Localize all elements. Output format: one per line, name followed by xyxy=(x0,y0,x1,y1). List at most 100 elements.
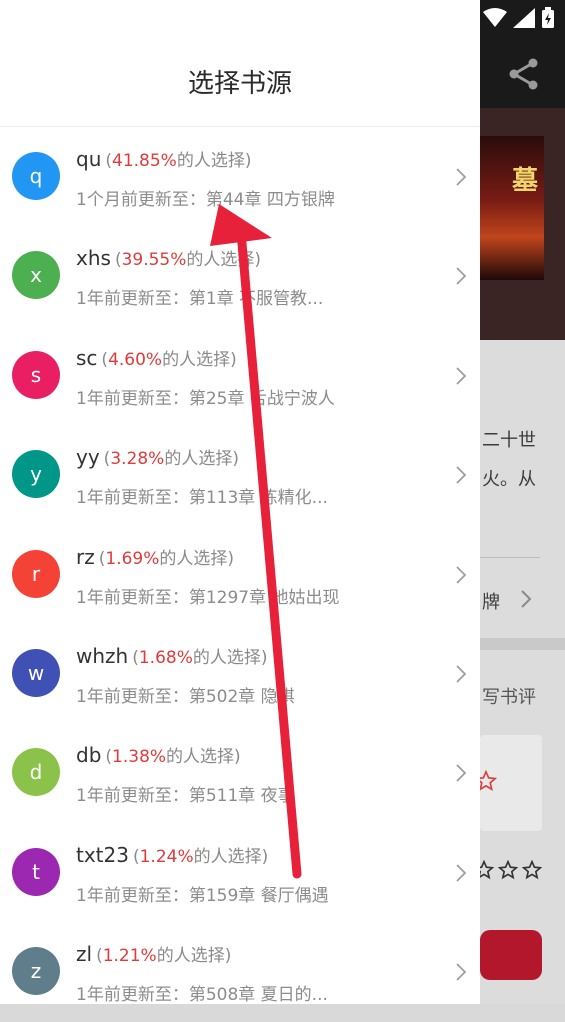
source-percent: 1.21% xyxy=(102,946,157,967)
source-update-info: 1年前更新至：第25章 舌战宁波人 xyxy=(76,384,335,409)
chevron-right-icon xyxy=(456,665,467,683)
source-update-info: 1年前更新至：第502章 隐棋 xyxy=(76,682,295,707)
update-time: 1年 xyxy=(76,388,104,409)
choose-label: 的人选择 xyxy=(186,250,255,271)
update-prefix: 前更新至： xyxy=(103,686,189,707)
chevron-right-icon xyxy=(456,367,467,385)
source-update-info: 1年前更新至：第508章 夏日的... xyxy=(76,980,328,1005)
latest-chapter: 第508章 夏日的... xyxy=(188,985,328,1006)
source-update-info: 1年前更新至：第113章 炼精化... xyxy=(76,483,328,508)
source-title: zl (1.21%的人选择) xyxy=(76,941,231,966)
latest-chapter: 第25章 舌战宁波人 xyxy=(188,388,335,409)
source-avatar: t xyxy=(12,847,60,896)
choose-label: 的人选择 xyxy=(192,647,261,668)
source-title: qu (41.85%的人选择) xyxy=(76,146,251,171)
source-item-yy[interactable]: y yy (3.28%的人选择) 1年前更新至：第113章 炼精化... xyxy=(0,425,480,524)
source-item-txt23[interactable]: t txt23 (1.24%的人选择) 1年前更新至：第159章 餐厅偶遇 xyxy=(0,823,480,922)
source-item-rz[interactable]: r rz (1.69%的人选择) 1年前更新至：第1297章 地姑出现 xyxy=(0,525,480,624)
chevron-right-icon xyxy=(456,963,467,981)
source-percent: 1.68% xyxy=(138,647,193,668)
source-percent: 1.69% xyxy=(105,548,160,569)
source-name: zl xyxy=(76,942,93,967)
choose-label: 的人选择 xyxy=(159,548,228,569)
update-prefix: 前更新至： xyxy=(103,289,189,310)
source-name: rz xyxy=(76,544,95,569)
source-item-zl[interactable]: z zl (1.21%的人选择) 1年前更新至：第508章 夏日的... xyxy=(0,922,480,1021)
source-item-db[interactable]: d db (1.38%的人选择) 1年前更新至：第511章 夜事 xyxy=(0,723,480,822)
paren-close: ) xyxy=(261,846,269,867)
drawer-title: 选择书源 xyxy=(187,69,292,99)
source-avatar: r xyxy=(12,549,60,598)
source-avatar: s xyxy=(12,350,60,399)
chevron-right-icon xyxy=(456,565,467,584)
chevron-right-icon xyxy=(456,466,467,484)
source-item-qu[interactable]: q qu (41.85%的人选择) 1个月前更新至：第44章 四方银牌 xyxy=(0,127,480,226)
source-name: whzh xyxy=(76,643,129,668)
update-time: 1年 xyxy=(76,587,104,608)
source-item-xhs[interactable]: x xhs (39.55%的人选择) 1年前更新至：第1章 不服管教... xyxy=(0,226,480,325)
source-update-info: 1年前更新至：第1297章 地姑出现 xyxy=(76,583,340,608)
choose-label: 的人选择 xyxy=(193,846,262,867)
update-time: 1年 xyxy=(76,686,104,707)
book-cover-title: 墓 xyxy=(511,166,538,196)
write-review-link[interactable]: 写书评 xyxy=(482,683,536,709)
battery-icon xyxy=(542,7,554,28)
source-title: db (1.38%的人选择) xyxy=(76,742,241,767)
latest-chapter: 第113章 炼精化... xyxy=(188,488,328,509)
paren-open: ( xyxy=(132,647,139,668)
latest-chapter: 第511章 夜事 xyxy=(188,786,295,807)
latest-chapter-row[interactable]: 牌 xyxy=(482,588,500,614)
latest-chapter: 第1章 不服管教... xyxy=(188,289,324,310)
paren-close: ) xyxy=(260,647,268,668)
read-now-button[interactable] xyxy=(480,930,542,980)
update-prefix: 前更新至： xyxy=(103,885,189,906)
source-avatar: x xyxy=(12,251,60,300)
paren-close: ) xyxy=(244,151,252,171)
update-prefix: 前更新至： xyxy=(103,388,189,409)
paren-open: ( xyxy=(132,846,140,867)
source-list: q qu (41.85%的人选择) 1个月前更新至：第44章 四方银牌 x xhs… xyxy=(0,127,480,1022)
wifi-icon xyxy=(483,8,507,27)
update-time: 1年 xyxy=(76,786,104,807)
choose-label: 的人选择 xyxy=(164,449,233,470)
star-icon xyxy=(498,860,518,880)
source-avatar: y xyxy=(12,450,60,499)
source-percent: 39.55% xyxy=(121,250,187,271)
paren-close: ) xyxy=(227,548,235,569)
paren-close: ) xyxy=(230,349,237,370)
source-item-sc[interactable]: s sc (4.60%的人选择) 1年前更新至：第25章 舌战宁波人 xyxy=(0,326,480,425)
choose-label: 的人选择 xyxy=(156,946,225,967)
source-update-info: 1年前更新至：第159章 餐厅偶遇 xyxy=(76,881,329,906)
share-icon[interactable] xyxy=(506,56,542,92)
source-percent: 3.28% xyxy=(110,449,165,470)
chevron-right-icon xyxy=(456,267,467,286)
signal-icon xyxy=(513,8,535,28)
rating-stars xyxy=(474,860,542,880)
source-name: yy xyxy=(76,445,100,470)
book-description-line: 火。从 xyxy=(482,469,536,490)
source-title: yy (3.28%的人选择) xyxy=(76,444,239,469)
source-percent: 1.24% xyxy=(139,846,194,867)
update-prefix: 前更新至： xyxy=(120,190,206,210)
source-item-whzh[interactable]: w whzh (1.68%的人选择) 1年前更新至：第502章 隐棋 xyxy=(0,624,480,723)
chevron-right-icon xyxy=(521,590,532,608)
source-name: db xyxy=(76,743,102,768)
source-title: xhs (39.55%的人选择) xyxy=(76,245,261,270)
paren-open: ( xyxy=(114,250,122,271)
source-name: qu xyxy=(76,147,102,171)
choose-label: 的人选择 xyxy=(176,151,245,171)
paren-open: ( xyxy=(96,946,103,967)
chevron-right-icon xyxy=(456,168,467,186)
source-name: xhs xyxy=(76,246,111,271)
source-select-drawer: 选择书源 q qu (41.85%的人选择) 1个月前更新至：第44章 四方银牌 … xyxy=(0,0,480,1005)
update-time: 1年 xyxy=(76,885,104,906)
source-percent: 1.38% xyxy=(112,747,167,768)
latest-chapter: 第502章 隐棋 xyxy=(188,686,295,707)
paren-close: ) xyxy=(232,449,239,470)
paren-close: ) xyxy=(234,747,241,768)
divider xyxy=(480,557,540,558)
section-separator xyxy=(480,638,565,650)
source-update-info: 1年前更新至：第511章 夜事 xyxy=(76,781,295,806)
source-update-info: 1个月前更新至：第44章 四方银牌 xyxy=(76,185,335,210)
update-time: 1个月 xyxy=(76,190,121,210)
